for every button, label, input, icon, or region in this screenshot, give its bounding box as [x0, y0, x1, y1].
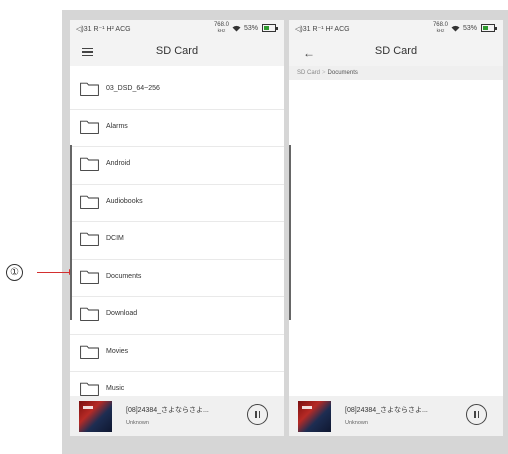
scrollbar-left[interactable]: [70, 145, 72, 320]
folder-label: Audiobooks: [106, 197, 143, 205]
folder-label: 03_DSD_64~256: [106, 85, 160, 92]
folder-label: Android: [106, 160, 131, 167]
folder-item-dcim[interactable]: DCIM: [70, 222, 284, 260]
folder-icon: [80, 82, 99, 96]
folder-item-documents[interactable]: Documents: [70, 260, 284, 297]
sample-rate: 768.0 kHz: [214, 22, 229, 34]
scrollbar-right[interactable]: [289, 145, 291, 320]
folder-item-audiobooks[interactable]: Audiobooks: [70, 185, 284, 222]
sample-rate: 768.0 kHz: [433, 22, 448, 34]
album-art[interactable]: [298, 401, 331, 432]
folder-item-download[interactable]: Download: [70, 297, 284, 335]
battery-icon: [481, 24, 497, 32]
status-left-text: ◁)31 R⁻¹ H² ACG: [295, 26, 350, 33]
breadcrumb-separator: >: [322, 70, 326, 76]
pause-icon[interactable]: [247, 404, 268, 425]
track-artist: Unknown: [345, 420, 368, 426]
folder-label: Music: [106, 385, 125, 392]
page-title: SD Card: [374, 45, 418, 57]
wifi-icon: [451, 25, 460, 31]
status-right: 768.0 kHz 53%: [433, 22, 497, 34]
sample-rate-unit: kHz: [217, 28, 226, 33]
folder-label: Download: [106, 310, 138, 317]
folder-item-movies[interactable]: Movies: [70, 335, 284, 372]
folder-item-alarms[interactable]: Alarms: [70, 110, 284, 147]
pause-icon[interactable]: [466, 404, 487, 425]
track-title: [08]24384_さよならさよ...: [345, 407, 428, 414]
folder-label: DCIM: [106, 235, 124, 242]
folder-icon: [80, 232, 99, 246]
folder-icon: [80, 307, 99, 321]
folder-icon: [80, 120, 99, 134]
folder-icon: [80, 270, 99, 284]
mini-player[interactable]: [08]24384_さよならさよ... Unknown: [289, 396, 503, 436]
folder-label: Movies: [106, 347, 129, 355]
right-phone-screen: ◁)31 R⁻¹ H² ACG 768.0 kHz 53% ← SD Card S…: [289, 20, 503, 436]
status-bar: ◁)31 R⁻¹ H² ACG 768.0 kHz 53%: [70, 20, 284, 38]
page-title: SD Card: [155, 45, 199, 57]
folder-label: Alarms: [106, 122, 128, 130]
folder-label: Documents: [106, 272, 142, 280]
folder-item-android[interactable]: Android: [70, 147, 284, 185]
breadcrumb: SD Card > Documents: [289, 66, 503, 80]
folder-icon: [80, 382, 99, 396]
status-left-text: ◁)31 R⁻¹ H² ACG: [76, 26, 131, 33]
wifi-icon: [232, 25, 241, 31]
folder-icon: [80, 157, 99, 171]
folder-item-03-dsd[interactable]: 03_DSD_64~256: [70, 72, 284, 110]
track-artist: Unknown: [126, 420, 149, 426]
sample-rate-unit: kHz: [436, 28, 445, 33]
folder-list: 03_DSD_64~256 Alarms Android Audiobooks …: [70, 72, 284, 410]
battery-icon: [262, 24, 278, 32]
track-title: [08]24384_さよならさよ...: [126, 407, 209, 414]
breadcrumb-current: Documents: [327, 70, 358, 76]
mini-player[interactable]: [08]24384_さよならさよ... Unknown: [70, 396, 284, 436]
title-bar: ← SD Card: [289, 38, 503, 66]
callout-number: ①: [6, 264, 23, 281]
breadcrumb-root[interactable]: SD Card: [297, 70, 320, 76]
battery-percent: 53%: [462, 24, 477, 32]
battery-percent: 53%: [243, 24, 258, 32]
title-bar: SD Card: [70, 38, 284, 66]
folder-icon: [80, 345, 99, 359]
status-bar: ◁)31 R⁻¹ H² ACG 768.0 kHz 53%: [289, 20, 503, 38]
folder-icon: [80, 195, 99, 209]
callout-arrow-line: [37, 272, 69, 273]
album-art[interactable]: [79, 401, 112, 432]
left-phone-screen: ◁)31 R⁻¹ H² ACG 768.0 kHz 53% SD Card 03_…: [70, 20, 284, 436]
status-right: 768.0 kHz 53%: [214, 22, 278, 34]
